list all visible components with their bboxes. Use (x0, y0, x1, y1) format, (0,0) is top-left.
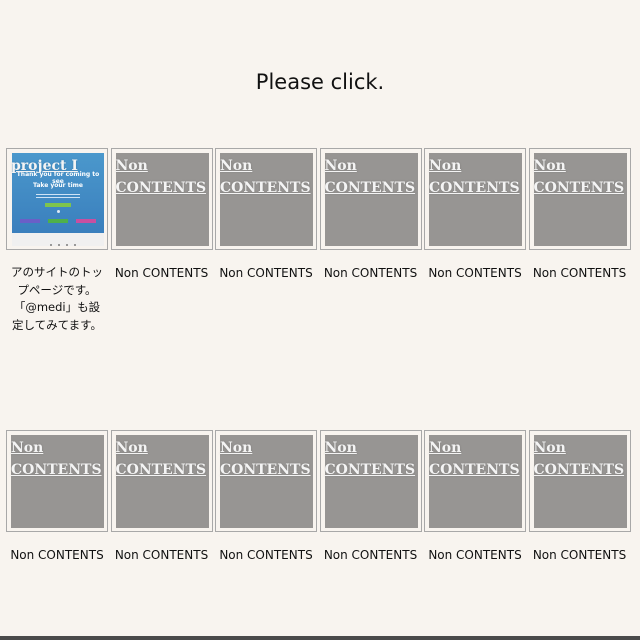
project-caption: アのサイトのトップページです。「@medi」も設定してみてます。 (11, 265, 103, 332)
tile-caption: Non CONTENTS (219, 548, 313, 562)
tile-caption: Non CONTENTS (323, 266, 418, 280)
gallery-cell: Non CONTENTS Non CONTENTS (110, 148, 214, 334)
tile-frame[interactable]: Non CONTENTS (319, 430, 422, 532)
tile-frame[interactable]: Non CONTENTS (110, 148, 213, 250)
tile-frame[interactable]: Non CONTENTS (319, 148, 422, 250)
thumbnail-footer (50, 244, 80, 246)
tile-link[interactable]: Non CONTENTS (534, 437, 629, 481)
tile-caption: Non CONTENTS (114, 548, 209, 562)
tile-caption: Non CONTENTS (219, 266, 313, 280)
tile-frame[interactable]: Non CONTENTS (528, 430, 631, 532)
page: Please click. Thank you for coming to se… (0, 0, 640, 640)
gallery-cell-project: Thank you for coming to see Take your ti… (5, 148, 109, 334)
page-heading: Please click. (255, 70, 385, 94)
gallery-cell: Non CONTENTS Non CONTENTS (214, 430, 318, 564)
gallery-cell: Non CONTENTS Non CONTENTS (528, 430, 632, 564)
gallery-cell: Non CONTENTS Non CONTENTS (5, 430, 109, 564)
tile-frame[interactable]: Non CONTENTS (110, 430, 213, 532)
gallery-row-2: Non CONTENTS Non CONTENTS Non CONTENTS N… (5, 430, 632, 564)
tile-link[interactable]: Non CONTENTS (534, 155, 629, 199)
gallery-cell: Non CONTENTS Non CONTENTS (319, 148, 423, 334)
project-tile-link[interactable]: project I (11, 155, 106, 177)
tile-caption: Non CONTENTS (532, 266, 627, 280)
tile-frame[interactable]: Non CONTENTS (215, 148, 317, 250)
thumbnail-nav-button (48, 219, 68, 223)
tile-caption: Non CONTENTS (114, 266, 209, 280)
project-tile-frame[interactable]: Thank you for coming to see Take your ti… (6, 148, 108, 250)
tile-link[interactable]: Non CONTENTS (220, 437, 315, 481)
gallery-cell: Non CONTENTS Non CONTENTS (528, 148, 632, 334)
gallery-cell: Non CONTENTS Non CONTENTS (110, 430, 214, 564)
tile-link[interactable]: Non CONTENTS (325, 155, 420, 199)
thumbnail-nav-button (20, 219, 40, 223)
thumbnail-text-line (36, 197, 80, 198)
tile-caption: Non CONTENTS (532, 548, 627, 562)
tile-link[interactable]: Non CONTENTS (429, 155, 524, 199)
tile-frame[interactable]: Non CONTENTS (424, 430, 526, 532)
tile-link[interactable]: Non CONTENTS (116, 437, 211, 481)
tile-frame[interactable]: Non CONTENTS (528, 148, 631, 250)
tile-link[interactable]: Non CONTENTS (429, 437, 524, 481)
thumbnail-text-line (36, 194, 80, 195)
thumbnail-green-button (45, 203, 71, 207)
thumbnail-nav-button (76, 219, 96, 223)
tile-frame[interactable]: Non CONTENTS (6, 430, 108, 532)
tile-link[interactable]: Non CONTENTS (325, 437, 420, 481)
gallery-cell: Non CONTENTS Non CONTENTS (423, 430, 527, 564)
tile-link[interactable]: Non CONTENTS (116, 155, 211, 199)
tile-frame[interactable]: Non CONTENTS (424, 148, 526, 250)
tile-caption: Non CONTENTS (10, 548, 104, 562)
tile-frame[interactable]: Non CONTENTS (215, 430, 317, 532)
gallery-cell: Non CONTENTS Non CONTENTS (214, 148, 318, 334)
thumbnail-dot (57, 210, 60, 213)
gallery-cell: Non CONTENTS Non CONTENTS (319, 430, 423, 564)
gallery-row-1: Thank you for coming to see Take your ti… (5, 148, 632, 334)
tile-caption: Non CONTENTS (428, 548, 522, 562)
tile-caption: Non CONTENTS (428, 266, 522, 280)
tile-link[interactable]: Non CONTENTS (220, 155, 315, 199)
tile-caption: Non CONTENTS (323, 548, 418, 562)
gallery-cell: Non CONTENTS Non CONTENTS (423, 148, 527, 334)
footer-bar (0, 636, 640, 640)
tile-link[interactable]: Non CONTENTS (11, 437, 106, 481)
thumbnail-line-2: Take your time (33, 182, 83, 189)
